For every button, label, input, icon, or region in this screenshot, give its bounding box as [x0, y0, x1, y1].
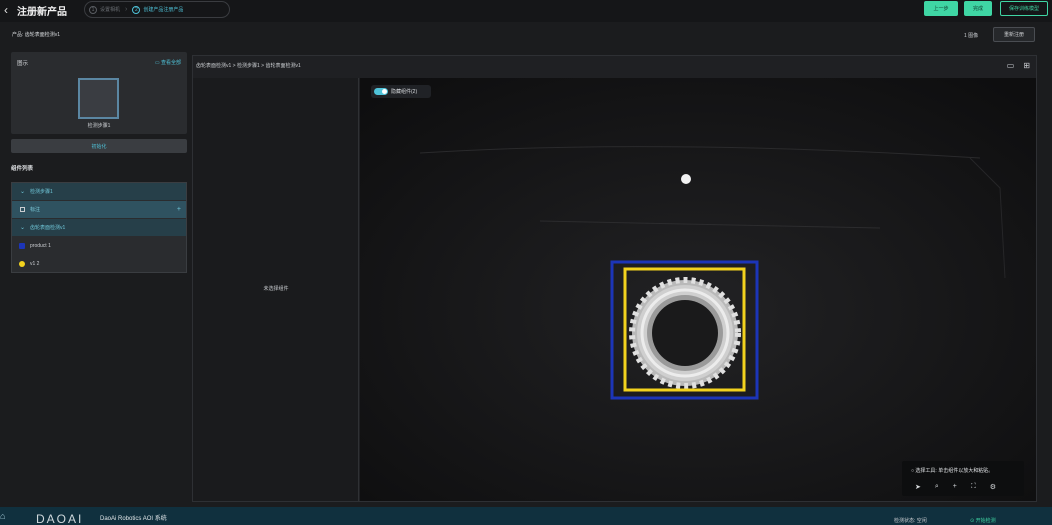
- tree-item-label: v1 2: [30, 260, 40, 267]
- component-detail-panel: 未选择组件: [193, 78, 359, 501]
- bright-spot: [681, 174, 691, 184]
- done-button[interactable]: 完成: [964, 1, 992, 16]
- image-count: 1 图像: [964, 33, 979, 39]
- product-name: 产品: 齿轮表面检测v1: [12, 32, 61, 38]
- system-name: DaoAi Robotics AOI 系统: [100, 516, 167, 522]
- view-all-link[interactable]: ▭ 查看全部: [155, 59, 181, 66]
- step-2[interactable]: 2 创建产品注册产品: [132, 5, 184, 14]
- logo: DAOAI: [36, 512, 84, 525]
- pointer-icon[interactable]: ➤: [915, 483, 921, 491]
- single-view-icon[interactable]: ▭: [1007, 61, 1015, 70]
- tool-hint: ○ 选择工具: 单击组件以放大和粘贴。: [911, 468, 994, 474]
- top-bar: ‹ 注册新产品 1 设置相机 › 2 创建产品注册产品 上一步 完成 保存训练模…: [0, 0, 1052, 22]
- checkbox-icon[interactable]: [20, 207, 25, 212]
- tree-item-label: 齿轮表面检测v1: [30, 225, 66, 231]
- chevron-right-icon: ›: [125, 6, 128, 13]
- tree-item-annotation[interactable]: 标注 +: [12, 201, 186, 218]
- yellow-dot-icon: [19, 260, 25, 267]
- tool-panel: ○ 选择工具: 单击组件以放大和粘贴。 ➤ ⌕ + ⛶ ⚙: [902, 461, 1024, 496]
- tree-item-label: 检测步骤1: [30, 189, 53, 195]
- breadcrumb: 齿轮表面检测v1 > 检测步骤1 > 齿轮表面检测v1: [196, 63, 301, 69]
- reset-button[interactable]: 初始化: [11, 139, 187, 153]
- view-all-label: 查看全部: [160, 60, 181, 66]
- view-toggle: ▭ ⊞: [1007, 61, 1030, 70]
- tree-item-v1[interactable]: v1 2: [12, 255, 186, 272]
- toggle-switch-icon[interactable]: [374, 88, 388, 95]
- stepper: 1 设置相机 › 2 创建产品注册产品: [84, 1, 230, 18]
- product-row: 产品: 齿轮表面检测v1 1 图像 重新注册: [0, 26, 1052, 46]
- grid-view-icon[interactable]: ⊞: [1023, 61, 1030, 70]
- fit-icon[interactable]: ⛶: [971, 483, 976, 491]
- step-1[interactable]: 1 设置相机: [89, 5, 121, 14]
- start-label: 开始检测: [975, 518, 996, 524]
- step-2-label: 创建产品注册产品: [143, 7, 184, 13]
- chevron-down-icon[interactable]: ⌄: [20, 224, 25, 231]
- tree-item-product[interactable]: product 1: [12, 237, 186, 254]
- add-icon[interactable]: +: [177, 206, 181, 213]
- settings-icon[interactable]: ⚙: [990, 483, 996, 491]
- home-icon[interactable]: ⌂: [0, 511, 5, 521]
- tool-hint-text: 选择工具: 单击组件以放大和粘贴。: [915, 468, 994, 474]
- step-1-number: 1: [89, 5, 97, 14]
- no-selection-text: 未选择组件: [263, 286, 289, 292]
- tool-row: ➤ ⌕ + ⛶ ⚙: [915, 483, 996, 491]
- parts-tree: ⌄ 检测步骤1 标注 + ⌄ 齿轮表面检测v1 product 1 v1 2: [11, 182, 187, 273]
- hide-components-toggle[interactable]: 隐藏组件(2): [371, 85, 431, 98]
- graphic-card: 图示 ▭ 查看全部 检测步骤1: [11, 52, 187, 134]
- start-inspection-link[interactable]: ⊙ 开始检测: [970, 517, 996, 524]
- graphic-title: 图示: [17, 61, 29, 67]
- crosshair-icon[interactable]: +: [953, 483, 957, 491]
- step-thumbnail[interactable]: [78, 78, 119, 119]
- blue-square-icon: [19, 242, 25, 249]
- thumbnail-label: 检测步骤1: [87, 123, 111, 129]
- parts-list-title: 组件列表: [11, 166, 34, 172]
- inspection-image: [360, 78, 1036, 501]
- footer: ⌂ DAOAI DaoAi Robotics AOI 系统 检测状态: 空闲 ⊙…: [0, 507, 1052, 525]
- status-text: 检测状态: 空闲: [894, 518, 927, 524]
- chevron-down-icon[interactable]: ⌄: [20, 188, 25, 195]
- tree-item-step[interactable]: ⌄ 检测步骤1: [12, 183, 186, 200]
- main-panel: 齿轮表面检测v1 > 检测步骤1 > 齿轮表面检测v1 ▭ ⊞ 未选择组件 隐藏…: [192, 55, 1037, 502]
- toggle-label: 隐藏组件(2): [391, 89, 418, 95]
- image-viewer[interactable]: 隐藏组件(2) ○ 选择工具: 单击组件以放大和粘贴。 ➤ ⌕ + ⛶ ⚙: [360, 78, 1036, 501]
- step-2-number: 2: [132, 5, 141, 14]
- step-1-label: 设置相机: [100, 7, 121, 13]
- tree-item-model[interactable]: ⌄ 齿轮表面检测v1: [12, 219, 186, 236]
- tree-item-label: 标注: [30, 207, 41, 213]
- page-title: 注册新产品: [17, 7, 67, 18]
- gear-part: [629, 277, 741, 389]
- tree-item-label: product 1: [30, 242, 51, 249]
- back-chevron-icon[interactable]: ‹: [4, 3, 8, 17]
- save-model-button[interactable]: 保存训练模型: [1000, 1, 1048, 16]
- zoom-icon[interactable]: ⌕: [935, 483, 939, 491]
- prev-step-button[interactable]: 上一步: [924, 1, 958, 16]
- reregister-button[interactable]: 重新注册: [993, 27, 1035, 42]
